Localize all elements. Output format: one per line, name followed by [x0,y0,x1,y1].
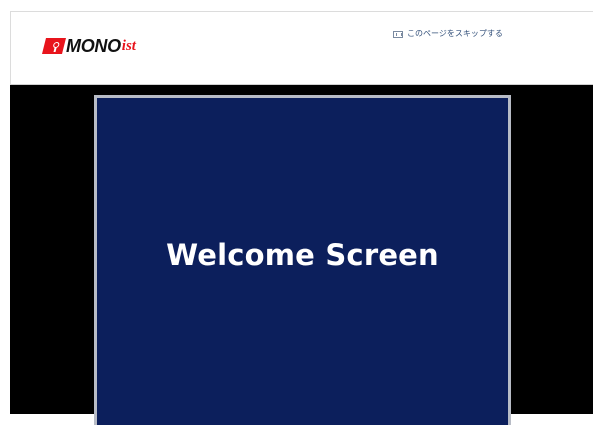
welcome-panel[interactable]: Welcome Screen [94,95,511,425]
logo-brand-text: MONO [66,35,121,56]
monoist-logo[interactable]: MONO ist [42,34,136,58]
welcome-title: Welcome Screen [166,238,439,272]
window-icon [393,31,403,38]
logo-suffix-text: ist [121,37,136,54]
skip-page-label: このページをスキップする [407,29,503,38]
logo-key-mark-icon [42,38,66,54]
skip-page-link[interactable]: このページをスキップする [393,28,503,39]
welcome-stage: Welcome Screen [10,85,593,425]
